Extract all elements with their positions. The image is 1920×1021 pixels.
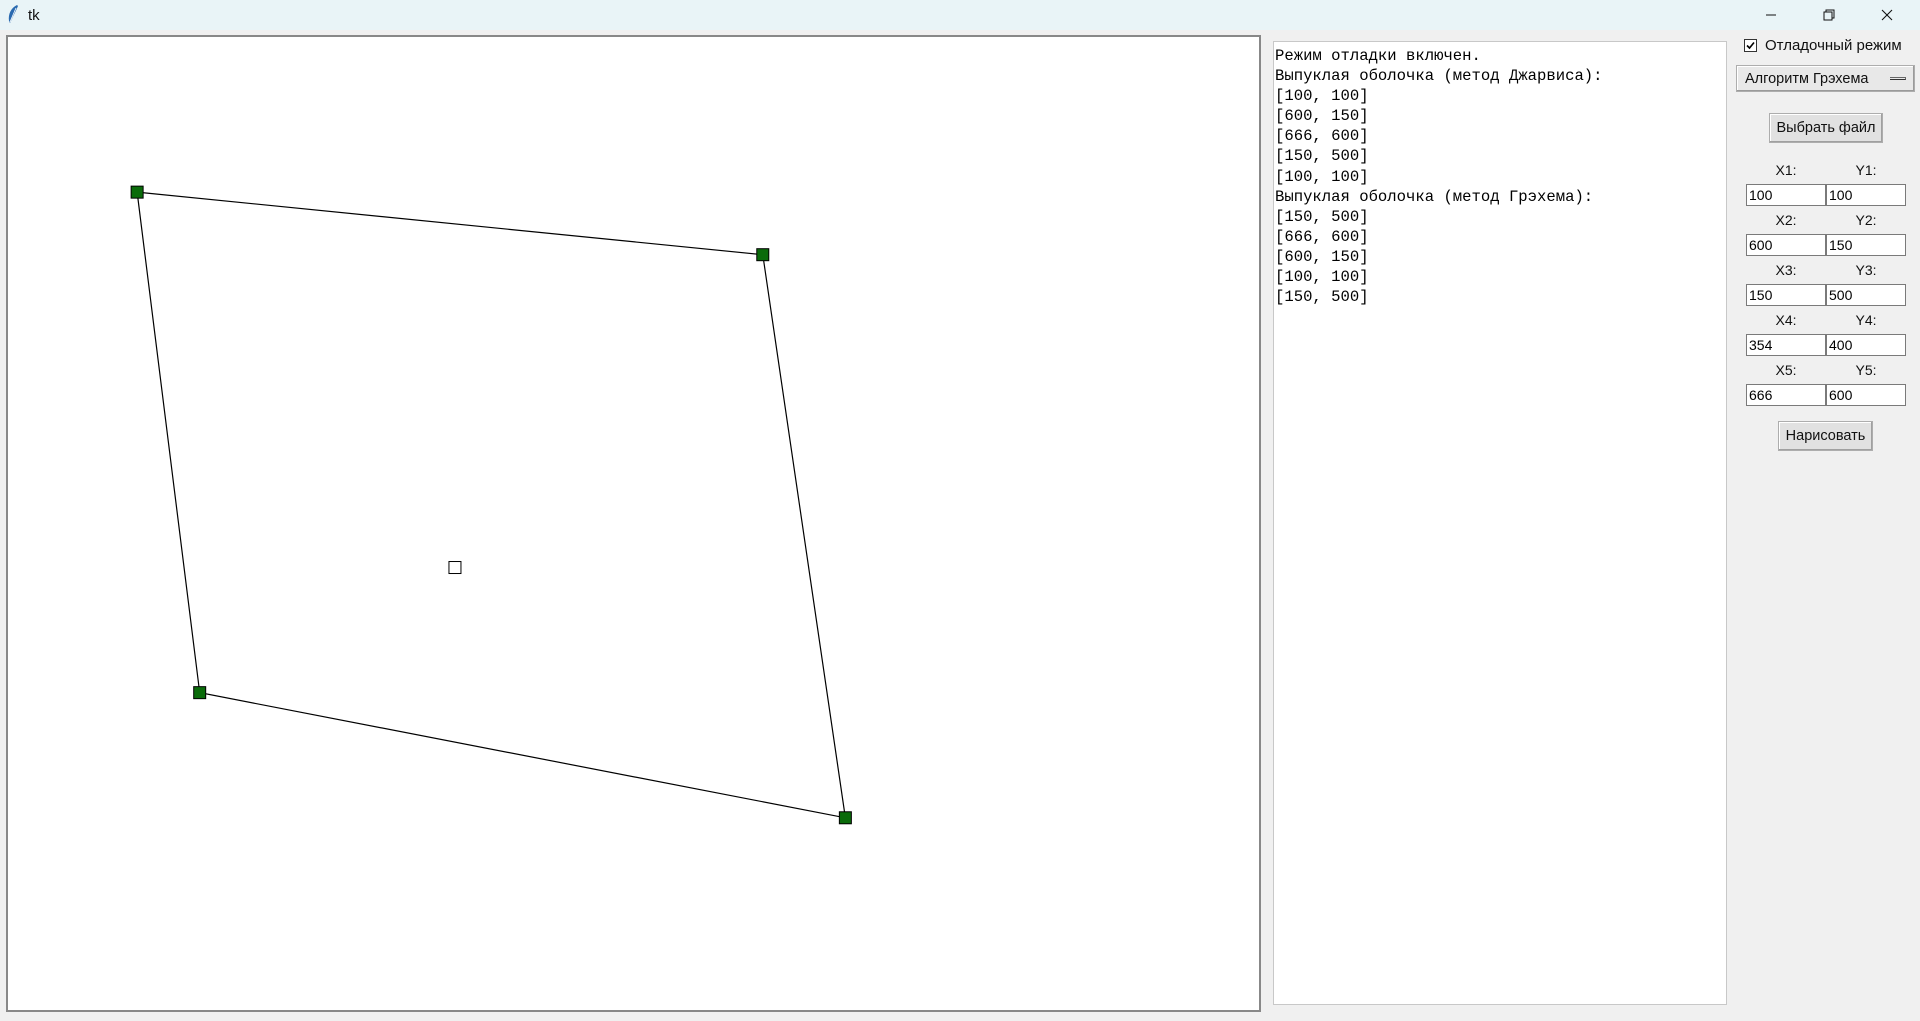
x2-input[interactable]: 600 <box>1746 234 1826 256</box>
x3-label: X3: <box>1775 262 1797 278</box>
hull-point-marker <box>756 248 770 262</box>
log-line: Выпуклая оболочка (метод Джарвиса): <box>1275 67 1603 86</box>
x1-label: X1: <box>1775 162 1797 178</box>
x4-label: X4: <box>1775 312 1797 328</box>
x5-input[interactable]: 666 <box>1746 384 1826 406</box>
debug-log-panel[interactable]: Режим отладки включен. Выпуклая оболочка… <box>1273 41 1727 1005</box>
tk-feather-icon <box>6 4 20 29</box>
hull-point-marker <box>130 185 144 199</box>
algorithm-select-value: Алгоритм Грэхема <box>1745 71 1869 87</box>
y2-input[interactable]: 150 <box>1826 234 1906 256</box>
log-line: [100, 100] <box>1275 167 1369 186</box>
y2-label: Y2: <box>1855 212 1877 228</box>
title-bar: tk <box>0 0 1920 30</box>
debug-mode-label: Отладочный режим <box>1765 36 1902 54</box>
y3-label: Y3: <box>1855 262 1877 278</box>
choose-file-button[interactable]: Выбрать файл <box>1769 113 1883 143</box>
debug-mode-checkbox[interactable]: Отладочный режим <box>1744 34 1902 56</box>
log-line: [100, 100] <box>1275 87 1369 106</box>
x4-input[interactable]: 354 <box>1746 334 1826 356</box>
convex-hull-polygon <box>136 191 847 819</box>
window-title: tk <box>28 7 40 24</box>
y1-label: Y1: <box>1855 162 1877 178</box>
drawing-canvas[interactable] <box>6 35 1261 1012</box>
algorithm-select[interactable]: Алгоритм Грэхема <box>1736 65 1915 92</box>
log-line: Режим отладки включен. <box>1275 47 1481 65</box>
y1-input[interactable]: 100 <box>1826 184 1906 206</box>
log-line: [666, 600] <box>1275 127 1369 146</box>
log-line: [100, 100] <box>1275 268 1369 287</box>
x1-input[interactable]: 100 <box>1746 184 1826 206</box>
canvas-drawing <box>130 185 852 825</box>
y3-input[interactable]: 500 <box>1826 284 1906 306</box>
checkmark-icon <box>1746 41 1755 49</box>
draw-button[interactable]: Нарисовать <box>1778 421 1873 451</box>
log-line: [600, 150] <box>1275 107 1369 126</box>
minimize-icon <box>1765 9 1777 21</box>
log-line: [666, 600] <box>1275 227 1369 246</box>
close-button[interactable] <box>1858 0 1916 30</box>
x2-label: X2: <box>1775 212 1797 228</box>
inner-point-marker <box>448 561 462 575</box>
y4-input[interactable]: 400 <box>1826 334 1906 356</box>
hull-point-marker <box>193 686 207 700</box>
restore-button[interactable] <box>1800 0 1858 30</box>
y5-input[interactable]: 600 <box>1826 384 1906 406</box>
checkbox-box[interactable] <box>1744 38 1757 52</box>
y4-label: Y4: <box>1855 312 1877 328</box>
minimize-button[interactable] <box>1742 0 1800 30</box>
close-icon <box>1881 9 1893 21</box>
y5-label: Y5: <box>1855 362 1877 378</box>
log-line: [150, 500] <box>1275 207 1369 226</box>
x5-label: X5: <box>1775 362 1797 378</box>
log-line: [600, 150] <box>1275 247 1369 266</box>
hull-point-marker <box>838 811 852 825</box>
log-line: Выпуклая оболочка (метод Грэхема): <box>1275 187 1594 206</box>
log-line: [150, 500] <box>1275 147 1369 166</box>
x3-input[interactable]: 150 <box>1746 284 1826 306</box>
log-line: [150, 500] <box>1275 288 1369 307</box>
option-menu-indicator-icon <box>1890 77 1906 80</box>
restore-icon <box>1823 9 1835 21</box>
